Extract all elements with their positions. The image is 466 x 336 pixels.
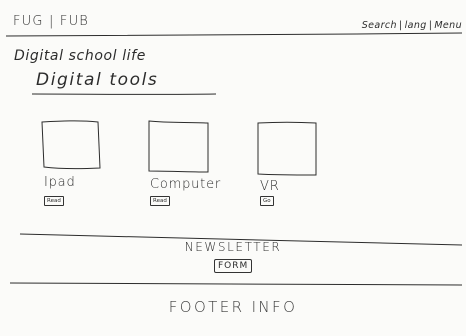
- nav-menu[interactable]: Menu: [434, 20, 462, 31]
- nav-separator: |: [428, 20, 433, 31]
- newsletter-title: NEWSLETTER: [184, 240, 282, 254]
- logo[interactable]: FUG | FUB: [13, 14, 89, 29]
- nav-lang[interactable]: lang: [405, 20, 427, 31]
- top-nav: Search | lang | Menu: [362, 20, 462, 31]
- tool-label: Computer: [150, 177, 222, 192]
- image-placeholder-box: [257, 121, 317, 176]
- footer-info: FOOTER INFO: [168, 298, 298, 316]
- image-placeholder: [40, 119, 102, 170]
- tool-label: VR: [260, 179, 280, 194]
- image-placeholder: [146, 119, 209, 173]
- tool-label: Ipad: [44, 175, 76, 190]
- header-divider: [5, 32, 463, 37]
- tool-card-vr[interactable]: VR Go: [256, 119, 376, 219]
- image-placeholder-box: [148, 120, 209, 173]
- tool-card-computer[interactable]: Computer Read: [146, 119, 266, 219]
- hero-title: Digital school life: [14, 48, 146, 64]
- nav-separator: |: [398, 20, 403, 31]
- image-placeholder-box: [41, 120, 101, 170]
- newsletter-bottom-divider: [9, 282, 463, 286]
- newsletter-form-button[interactable]: FORM: [214, 259, 253, 273]
- nav-search[interactable]: Search: [362, 20, 397, 31]
- read-button[interactable]: Read: [150, 196, 170, 206]
- tool-card-ipad[interactable]: Ipad Read: [40, 119, 160, 219]
- go-button[interactable]: Go: [260, 196, 274, 206]
- wireframe-sheet: FUG | FUB Search | lang | Menu Digital s…: [0, 0, 466, 336]
- image-placeholder: [256, 119, 318, 176]
- read-button[interactable]: Read: [44, 196, 64, 206]
- hero-subtitle: Digital tools: [36, 70, 159, 90]
